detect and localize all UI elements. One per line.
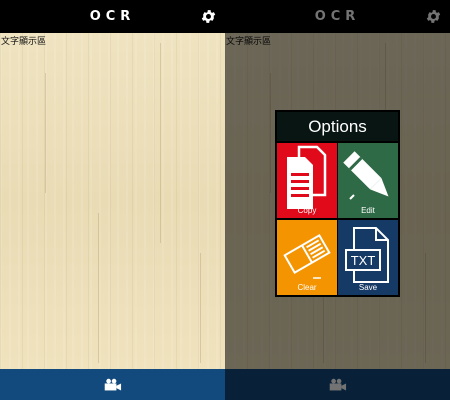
edit-label: Edit [361,206,375,215]
app-title: OCR [89,9,136,24]
edit-button[interactable]: Edit [338,143,398,218]
dialog-title: Options [277,112,398,141]
camera-icon[interactable] [103,378,122,392]
save-label: Save [358,283,378,292]
options-dialog: Options Copy Edit Clear TXT Save [275,110,400,297]
options-screen: OCR 文字顯示區 Options [225,0,450,400]
copy-button[interactable]: Copy [277,143,337,218]
save-button[interactable]: TXT Save [338,220,398,295]
bottom-bar [0,369,225,400]
main-screen: OCR 文字顯示區 [0,0,225,400]
options-grid: Copy Edit Clear TXT Save [277,143,398,295]
top-app-bar: OCR [0,0,225,33]
gear-icon[interactable] [200,8,217,25]
ocr-text-display: 文字顯示區 [1,37,47,47]
ocr-text-area[interactable]: 文字顯示區 [0,33,225,369]
txt-icon-label: TXT [351,253,376,268]
copy-label: Copy [297,206,317,215]
clear-label: Clear [297,283,317,292]
clear-button[interactable]: Clear [277,220,337,295]
